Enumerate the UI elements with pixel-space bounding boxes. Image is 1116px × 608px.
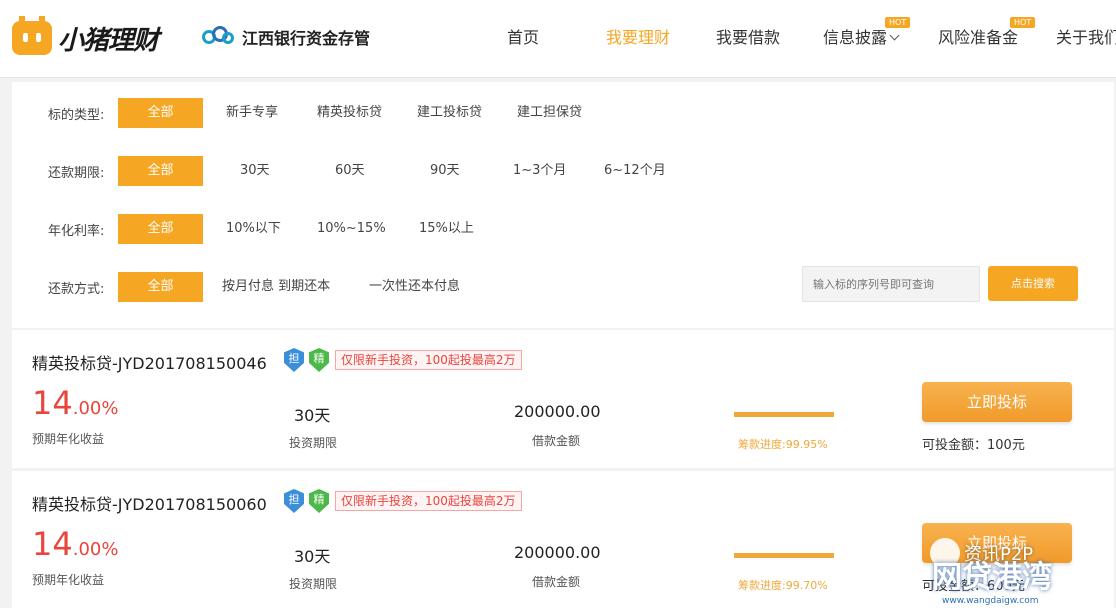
rate-label: 预期年化收益 <box>32 432 105 446</box>
elite-badge-icon: 精 <box>309 489 329 513</box>
rate-decimal: .00% <box>72 398 119 419</box>
search-button[interactable]: 点击搜索 <box>988 266 1078 301</box>
nav-home[interactable]: 首页 <box>507 24 539 48</box>
rate-label: 预期年化收益 <box>32 573 105 587</box>
filter-option[interactable]: 建工投标贷 <box>417 98 482 128</box>
filter-option[interactable]: 建工担保贷 <box>517 98 582 128</box>
newbie-tag: 仅限新手投资，100起投最高2万 <box>335 491 522 511</box>
progress-fill <box>734 553 834 558</box>
filter-option[interactable]: 15%以上 <box>419 214 474 244</box>
filter-option[interactable]: 90天 <box>430 156 460 186</box>
rate-integer: 14 <box>32 384 73 422</box>
progress-text: 筹款进度:99.95% <box>738 438 828 451</box>
newbie-tag: 仅限新手投资，100起投最高2万 <box>335 350 522 370</box>
amount-value: 200000.00 <box>514 543 601 562</box>
progress-fill <box>734 412 834 417</box>
filter-option[interactable]: 一次性还本付息 <box>369 272 460 302</box>
filter-label: 还款方式: <box>48 282 105 297</box>
filter-option[interactable]: 10%以下 <box>226 214 281 244</box>
amount-value: 200000.00 <box>514 402 601 421</box>
serial-search-input[interactable] <box>802 266 980 302</box>
filter-row-method: 还款方式: 全部 按月付息 到期还本 一次性还本付息 点击搜索 <box>12 266 1114 302</box>
annual-rate: 14.00% <box>32 384 118 422</box>
term-value: 30天 <box>294 547 331 566</box>
hot-badge: HOT <box>885 17 911 28</box>
amount-label: 借款金额 <box>532 434 581 448</box>
filter-option[interactable]: 30天 <box>240 156 270 186</box>
filter-label: 年化利率: <box>48 224 105 239</box>
filter-option[interactable]: 精英投标贷 <box>317 98 382 128</box>
filter-option[interactable]: 10%~15% <box>317 214 386 244</box>
nav-risk-reserve-label: 风险准备金 <box>938 28 1019 47</box>
term-label: 投资期限 <box>289 436 338 450</box>
nav-invest[interactable]: 我要理财 <box>606 24 670 48</box>
nav-about[interactable]: 关于我们 <box>1056 24 1116 48</box>
guarantee-badge-icon: 担 <box>284 348 304 372</box>
rate-integer: 14 <box>32 525 73 563</box>
filter-option[interactable]: 按月付息 到期还本 <box>222 272 330 302</box>
filter-row-term: 还款期限: 全部 30天 60天 90天 1~3个月 6~12个月 <box>12 156 1114 186</box>
loan-title[interactable]: 精英投标贷-JYD201708150046 <box>32 350 267 374</box>
filter-option[interactable]: 60天 <box>335 156 365 186</box>
term-value: 30天 <box>294 406 331 425</box>
nav-disclosure[interactable]: 信息披露 HOT <box>823 17 911 48</box>
loan-card: 精英投标贷-JYD201708150046 担 精 仅限新手投资，100起投最高… <box>12 330 1114 468</box>
nav-borrow[interactable]: 我要借款 <box>716 24 780 48</box>
site-watermark: 资讯P2P 网贷港湾 www.wangdaigw.com <box>922 522 1116 608</box>
filter-label: 标的类型: <box>48 108 105 123</box>
nav-risk-reserve[interactable]: 风险准备金 HOT <box>938 17 1036 48</box>
nav-disclosure-label: 信息披露 <box>823 28 888 47</box>
filter-label: 还款期限: <box>48 166 105 181</box>
top-header: 小猪理财 江西银行资金存管 首页 我要理财 我要借款 信息披露 HOT 风险准备… <box>0 0 1116 78</box>
chevron-down-icon <box>889 30 900 41</box>
loan-title[interactable]: 精英投标贷-JYD201708150060 <box>32 491 267 515</box>
filter-option[interactable]: 6~12个月 <box>604 156 666 186</box>
annual-rate: 14.00% <box>32 525 118 563</box>
guarantee-badge-icon: 担 <box>284 489 304 513</box>
elite-badge-icon: 精 <box>309 348 329 372</box>
term-label: 投资期限 <box>289 577 338 591</box>
available-amount: 可投金额：100元 <box>922 438 1025 453</box>
filter-option[interactable]: 新手专享 <box>226 98 278 128</box>
watermark-line2: 网贷港湾 <box>932 560 1052 595</box>
filter-row-rate: 年化利率: 全部 10%以下 10%~15% 15%以上 <box>12 214 1114 244</box>
filter-option-all[interactable]: 全部 <box>118 156 203 186</box>
hot-badge: HOT <box>1010 17 1036 28</box>
progress-text: 筹款进度:99.70% <box>738 579 828 592</box>
invest-now-button[interactable]: 立即投标 <box>922 382 1072 422</box>
amount-label: 借款金额 <box>532 575 581 589</box>
filter-row-type: 标的类型: 全部 新手专享 精英投标贷 建工投标贷 建工担保贷 <box>12 98 1114 128</box>
main-nav: 首页 我要理财 我要借款 信息披露 HOT 风险准备金 HOT 关于我们 <box>0 0 1116 78</box>
filter-panel: 标的类型: 全部 新手专享 精英投标贷 建工投标贷 建工担保贷 还款期限: 全部… <box>12 82 1114 328</box>
filter-option-all[interactable]: 全部 <box>118 272 203 302</box>
filter-option-all[interactable]: 全部 <box>118 214 203 244</box>
funding-progress-bar <box>734 412 834 417</box>
rate-decimal: .00% <box>72 539 119 560</box>
filter-option-all[interactable]: 全部 <box>118 98 203 128</box>
filter-option[interactable]: 1~3个月 <box>513 156 566 186</box>
funding-progress-bar <box>734 553 834 558</box>
watermark-url: www.wangdaigw.com <box>942 596 1039 606</box>
